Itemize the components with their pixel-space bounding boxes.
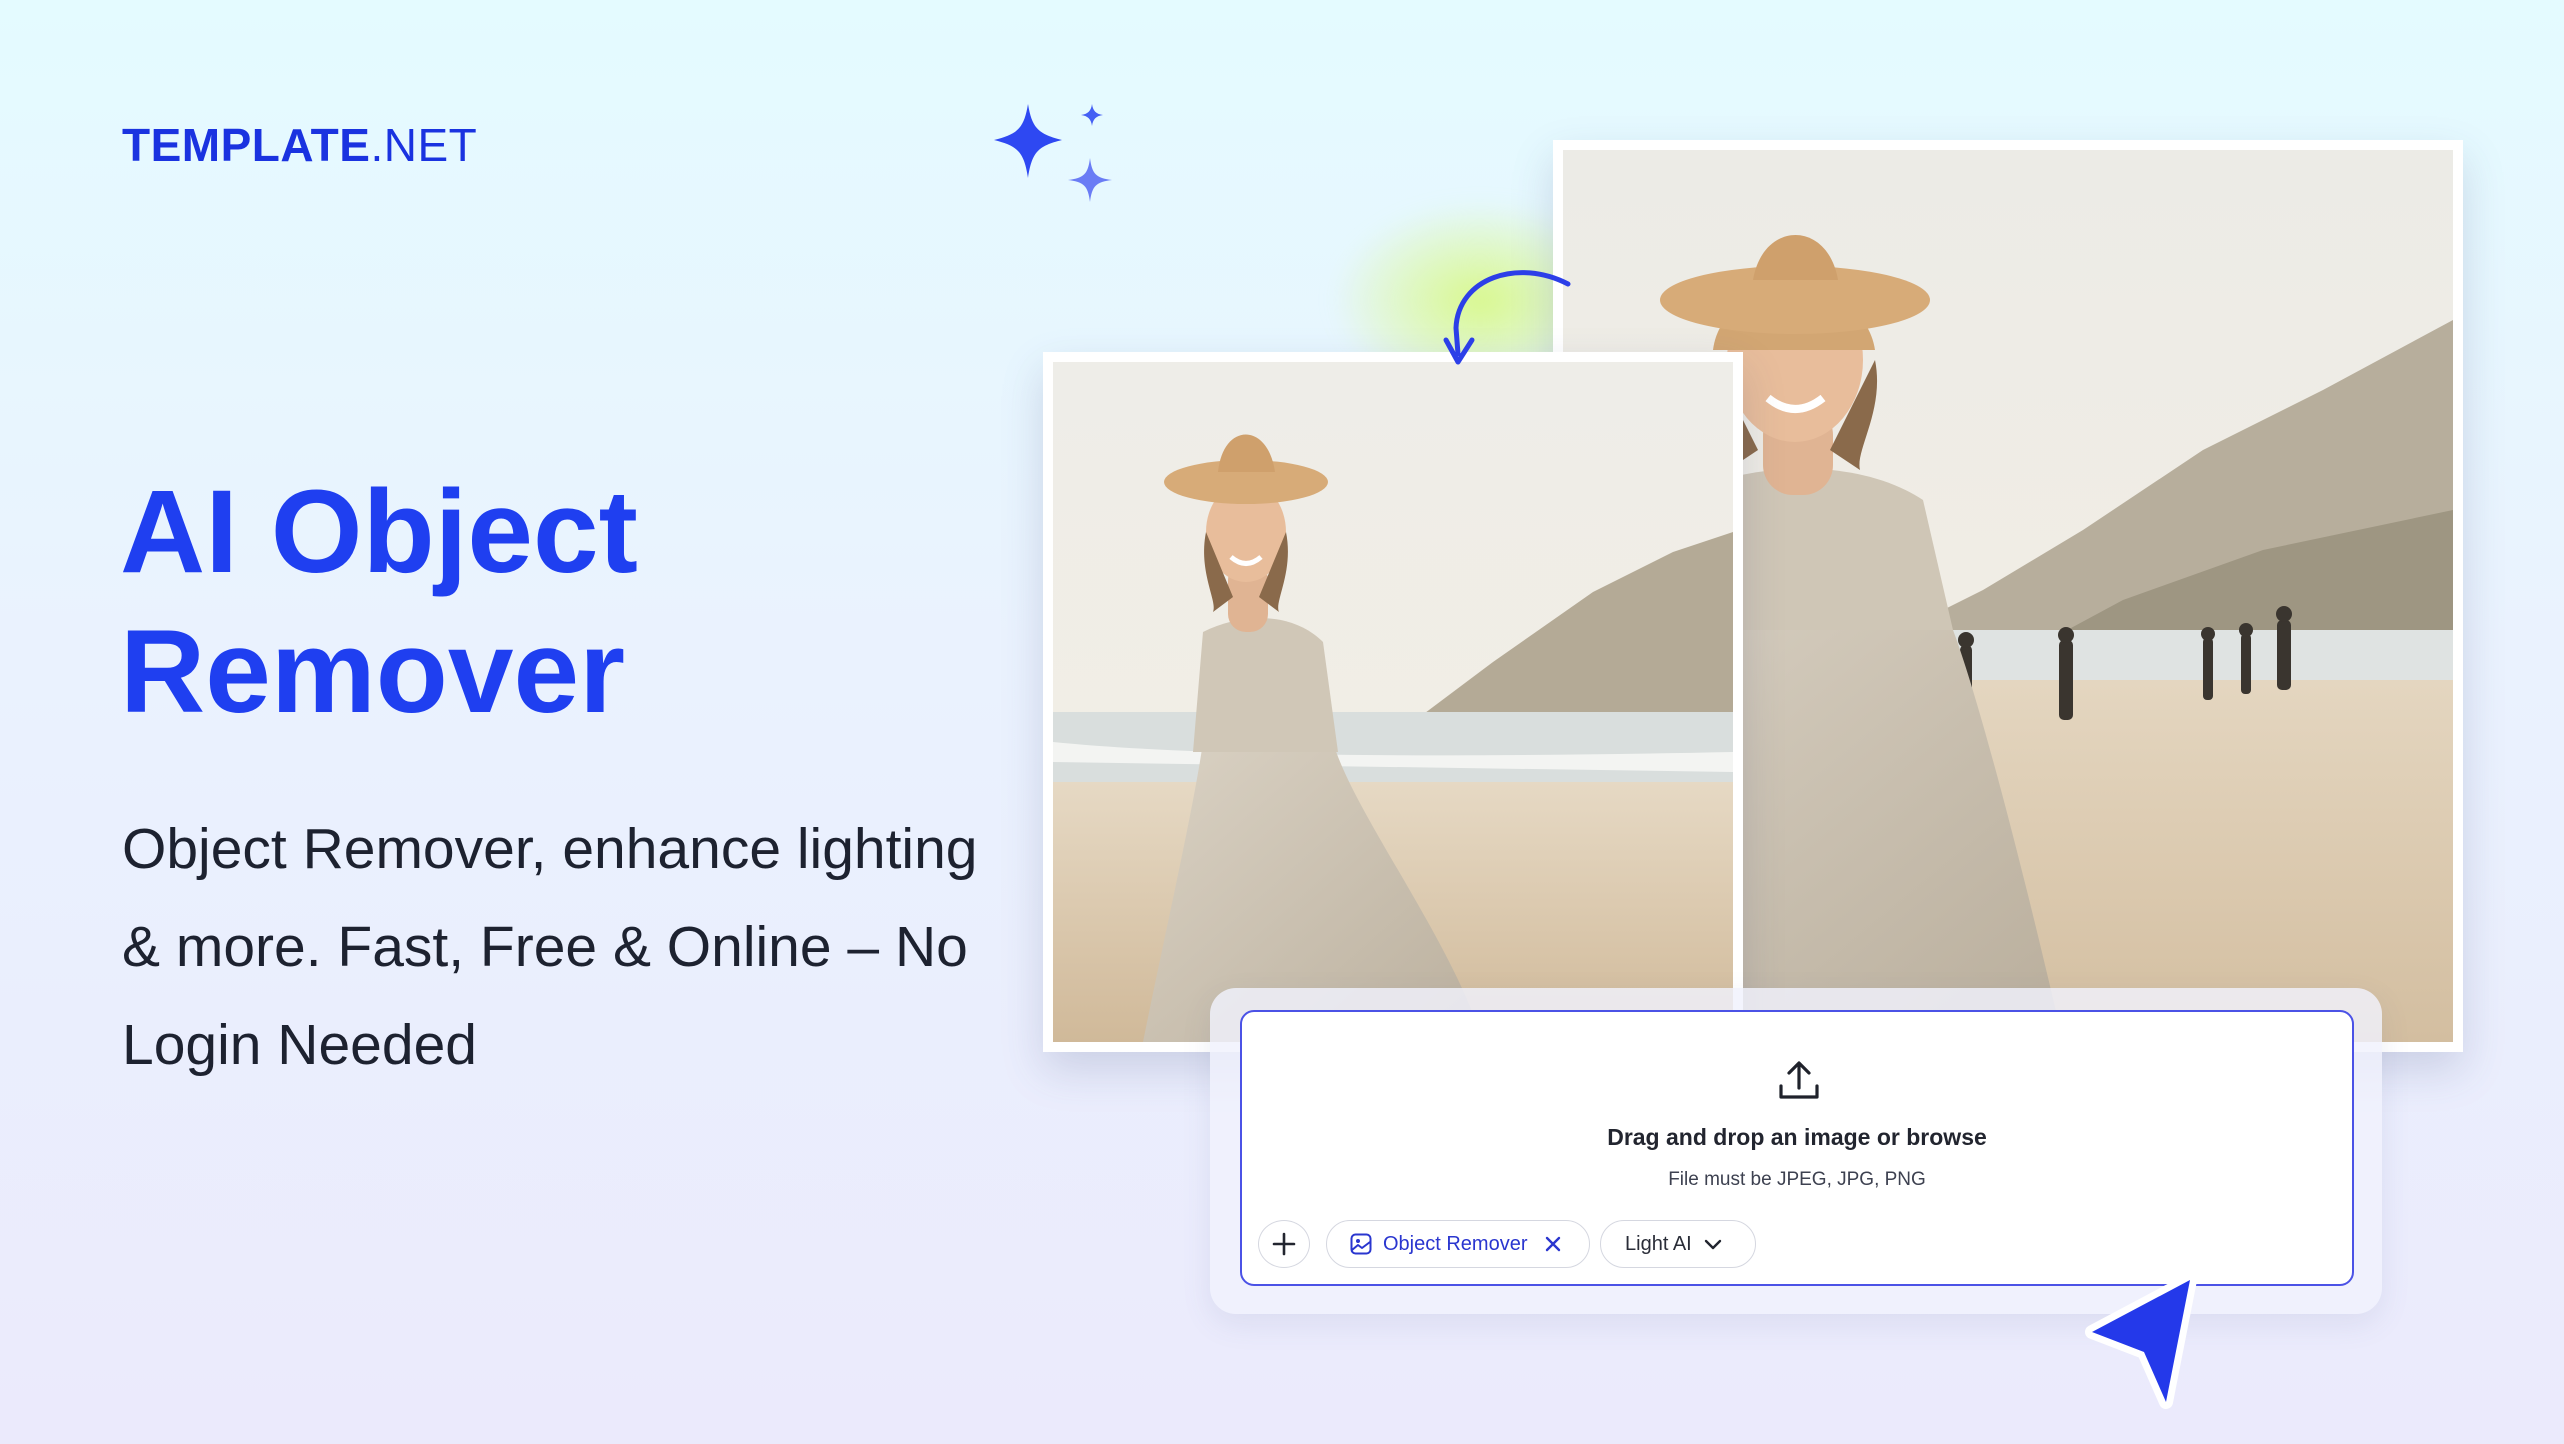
banner: TEMPLATE.NET AI Object Remover Object Re… <box>0 0 2564 1444</box>
sparkles-icon <box>994 104 1112 202</box>
object-remover-chip[interactable]: Object Remover <box>1326 1220 1590 1268</box>
transform-arrow-icon <box>1443 270 1571 365</box>
upload-dropzone[interactable]: Drag and drop an image or browse File mu… <box>1240 1010 2354 1286</box>
add-button[interactable] <box>1258 1220 1310 1268</box>
upload-title[interactable]: Drag and drop an image or browse <box>1242 1124 2352 1151</box>
plus-icon <box>1272 1232 1296 1256</box>
pointer-cursor-icon <box>2085 1273 2197 1409</box>
logo-brand: TEMPLATE <box>122 119 371 171</box>
hero-title: AI Object Remover <box>120 466 638 738</box>
chevron-down-icon <box>1704 1239 1721 1250</box>
site-logo[interactable]: TEMPLATE.NET <box>122 118 477 172</box>
hero-subtitle: Object Remover, enhance lighting & more.… <box>122 817 978 1077</box>
logo-suffix: .NET <box>370 119 478 171</box>
beach-photo-before <box>1053 362 1733 1042</box>
close-icon[interactable] <box>1544 1235 1562 1253</box>
upload-icon <box>1779 1061 1819 1099</box>
upload-hint: File must be JPEG, JPG, PNG <box>1668 1169 1926 1190</box>
before-photo <box>1043 352 1743 1052</box>
light-ai-label: Light AI <box>1625 1232 1692 1255</box>
object-remover-label: Object Remover <box>1383 1232 1528 1255</box>
image-icon <box>1350 1233 1372 1255</box>
light-ai-dropdown[interactable]: Light AI <box>1600 1220 1756 1268</box>
